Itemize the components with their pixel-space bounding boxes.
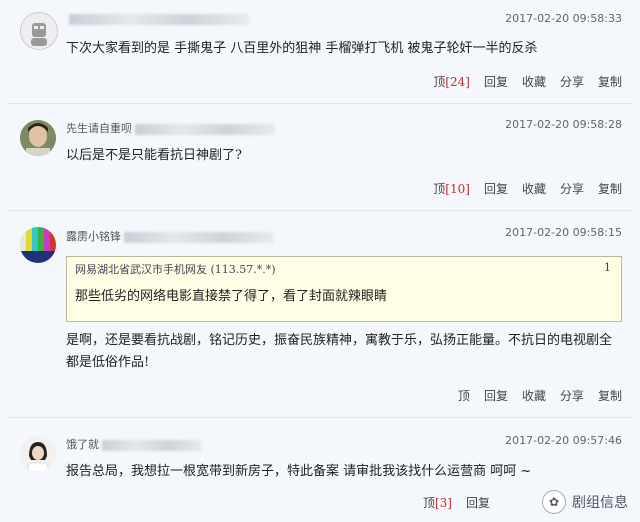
comment-text-line-1: 是啊，还是要看抗战剧，铭记历史，振奋民族精神，寓教于乐，弘扬正能量。不抗日的电视…: [66, 333, 613, 348]
username[interactable]: 先生请自重呗: [66, 120, 275, 136]
share-button[interactable]: 分享: [560, 73, 584, 90]
favorite-button[interactable]: 收藏: [522, 180, 546, 197]
copy-button[interactable]: 复制: [598, 387, 622, 404]
copy-button[interactable]: 复制: [598, 73, 622, 90]
username[interactable]: [66, 12, 249, 25]
copy-button[interactable]: 复制: [598, 180, 622, 197]
timestamp: 2017-02-20 09:57:46: [505, 434, 622, 447]
upvote-button[interactable]: 顶[24]: [433, 73, 470, 90]
upvote-button[interactable]: 顶[3]: [423, 494, 452, 511]
comment-actions: 顶[10] 回复 收藏 分享 复制: [433, 180, 622, 197]
comment-text: 报告总局，我想拉一根宽带到新房子，特此备案 请审批我该找什么运营商 呵呵 ~: [66, 464, 532, 479]
divider: [8, 210, 632, 211]
reply-button[interactable]: 回复: [484, 180, 508, 197]
timestamp: 2017-02-20 09:58:28: [505, 118, 622, 131]
favorite-button[interactable]: 收藏: [522, 73, 546, 90]
comment-text: 以后是不是只能看抗日神剧了?: [66, 148, 242, 163]
share-button[interactable]: 分享: [560, 180, 584, 197]
comment-actions: 顶 回复 收藏 分享 复制: [458, 387, 622, 404]
favorite-button[interactable]: 收藏: [522, 387, 546, 404]
username[interactable]: 露雳小铭锋: [66, 228, 274, 244]
avatar[interactable]: [20, 436, 56, 472]
test-pattern-avatar-icon: [20, 227, 56, 263]
divider: [8, 417, 632, 418]
default-avatar-icon: [21, 13, 57, 49]
watermark: ✿ 剧组信息: [542, 490, 628, 514]
blurred-username: [124, 231, 274, 243]
wechat-icon: ✿: [542, 490, 566, 514]
watermark-text: 剧组信息: [572, 495, 628, 511]
avatar[interactable]: [20, 227, 56, 263]
comment-actions: 顶[24] 回复 收藏 分享 复制: [433, 73, 622, 90]
quoted-comment: 网易湖北省武汉市手机网友 (113.57.*.*) 1 那些低劣的网络电影直接禁…: [66, 256, 622, 322]
timestamp: 2017-02-20 09:58:33: [505, 12, 622, 25]
comment-text: 是啊，还是要看抗战剧，铭记历史，振奋民族精神，寓教于乐，弘扬正能量。不抗日的电视…: [66, 330, 612, 374]
comment-actions: 顶[3] 回复: [423, 494, 490, 511]
user-photo-icon: [20, 436, 56, 472]
quote-floor-number: 1: [604, 261, 611, 274]
quote-text: 那些低劣的网络电影直接禁了得了，看了封面就辣眼睛: [75, 289, 388, 304]
reply-button[interactable]: 回复: [484, 73, 508, 90]
blurred-username: [135, 123, 275, 135]
upvote-button[interactable]: 顶[10]: [433, 180, 470, 197]
reply-button[interactable]: 回复: [466, 494, 490, 511]
reply-button[interactable]: 回复: [484, 387, 508, 404]
username[interactable]: 饿了就: [66, 436, 202, 452]
avatar[interactable]: [20, 120, 56, 156]
divider: [8, 103, 632, 104]
comment-text-line-2: 都是低俗作品!: [66, 355, 150, 370]
avatar[interactable]: [20, 12, 58, 50]
blurred-username: [102, 439, 202, 451]
comment-text: 下次大家看到的是 手撕鬼子 八百里外的狙神 手榴弹打飞机 被鬼子轮奸一半的反杀: [66, 41, 538, 56]
quote-source[interactable]: 网易湖北省武汉市手机网友 (113.57.*.*): [75, 261, 276, 277]
user-photo-icon: [20, 120, 56, 156]
share-button[interactable]: 分享: [560, 387, 584, 404]
timestamp: 2017-02-20 09:58:15: [505, 226, 622, 239]
upvote-button[interactable]: 顶: [458, 387, 470, 404]
blurred-username: [69, 13, 249, 25]
